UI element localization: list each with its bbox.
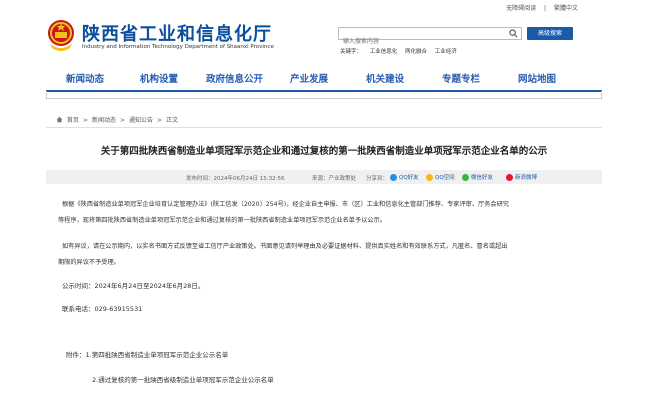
nav-item-special-topics[interactable]: 专题专栏 <box>442 71 480 85</box>
share-wechat-label: 微信好友 <box>471 175 494 181</box>
nav-item-gov-info[interactable]: 政府信息公开 <box>206 71 263 85</box>
site-header: 陕西省工业和信息化厅 Industry and Information Tech… <box>0 14 650 62</box>
share-label: 分享到： <box>366 176 389 182</box>
home-icon <box>56 116 63 123</box>
accessibility-link[interactable]: 无障碍阅读 <box>506 5 536 12</box>
share-weibo[interactable]: 新浪微博 <box>506 173 537 181</box>
breadcrumb-home[interactable]: 首页 <box>67 117 79 124</box>
attachment-2-link[interactable]: 2.通过复核的第一批陕西省级制造业单项冠军示范企业公示名单 <box>92 375 274 386</box>
share-qzone[interactable]: QQ空间 <box>426 173 455 181</box>
site-subtitle-en: Industry and Information Technology Depa… <box>82 44 274 50</box>
attachment-1-link[interactable]: 附件：1.第四批陕西省制造业单项冠军示范企业公示名单 <box>66 350 228 361</box>
paragraph-2: 如有异议，请在公示期内，以实名书面方式反馈至省工信厅产业政策处。书面意见请列举理… <box>58 239 602 271</box>
paragraph-1-line-1: 根据《陕西省制造业单项冠军企业培育认定管理办法》(陕工信发〔2020〕254号)… <box>62 201 509 208</box>
article-source: 来源：产业政策处 <box>312 176 357 182</box>
nav-item-party-building[interactable]: 机关建设 <box>366 71 404 85</box>
search-keywords: 关键字： 工业信息化 两化融合 工业经济 <box>340 47 463 55</box>
share-wechat[interactable]: 微信好友 <box>462 173 493 181</box>
search-box <box>338 27 522 47</box>
phone-number: 029-63915531 <box>94 305 143 313</box>
article-title: 关于第四批陕西省制造业单项冠军示范企业和通过复核的第一批陕西省制造业单项冠军示范… <box>100 146 548 157</box>
publish-time: 发布时间：2024年06月24日 15:32:56 <box>186 176 285 182</box>
traditional-chinese-link[interactable]: 繁體中文 <box>554 5 578 12</box>
paragraph-2-line-2: 期限的异议不予受理。 <box>58 259 120 266</box>
wechat-icon <box>462 174 469 181</box>
publicity-period: 公示时间：2024年6月24日至2024年6月28日。 <box>62 282 205 290</box>
top-links: 无障碍阅读 | 繁體中文 <box>500 3 578 12</box>
keyword-link[interactable]: 工业经济 <box>435 49 457 55</box>
share-qzone-label: QQ空间 <box>435 175 455 181</box>
share-qq-friends-label: QQ好友 <box>399 175 419 181</box>
keywords-label: 关键字： <box>340 49 363 55</box>
qzone-icon <box>426 174 433 181</box>
share-qq-friends[interactable]: QQ好友 <box>390 173 419 181</box>
nav-item-news[interactable]: 新闻动态 <box>66 71 104 85</box>
article-meta-bar: 发布时间：2024年06月24日 15:32:56 来源：产业政策处 分享到： … <box>46 170 602 184</box>
nav-item-organization[interactable]: 机构设置 <box>140 71 178 85</box>
subnav-strip <box>46 91 602 99</box>
keyword-link[interactable]: 两化融合 <box>405 49 427 55</box>
breadcrumb-news[interactable]: 新闻动态 <box>92 117 116 124</box>
contact-phone: 联系电话：029-63915531 <box>62 304 142 315</box>
breadcrumb-notices[interactable]: 通知公告 <box>129 117 153 124</box>
nav-item-sitemap[interactable]: 网站地图 <box>518 71 556 85</box>
weibo-icon <box>506 174 513 181</box>
national-emblem-icon <box>48 20 74 51</box>
phone-label: 联系电话： <box>62 305 95 313</box>
keyword-link[interactable]: 工业信息化 <box>370 49 398 55</box>
site-title[interactable]: 陕西省工业和信息化厅 <box>82 20 272 46</box>
top-bar: 无障碍阅读 | 繁體中文 <box>0 0 650 14</box>
paragraph-2-line-1: 如有异议，请在公示期内，以实名书面方式反馈至省工信厅产业政策处。书面意见请列举理… <box>62 243 508 250</box>
share-weibo-label: 新浪微博 <box>515 175 538 181</box>
qq-icon <box>390 174 397 181</box>
paragraph-1-line-2: 等程序，现将第四批陕西省制造业单项冠军示范企业和通过复核的第一批陕西省制造业单项… <box>58 217 386 224</box>
search-icon[interactable] <box>509 29 518 38</box>
breadcrumb: 首页 > 新闻动态 > 通知公告 > 正文 <box>56 115 178 124</box>
search-input[interactable] <box>339 36 508 47</box>
nav-item-industry[interactable]: 产业发展 <box>290 71 328 85</box>
main-nav: 新闻动态 机构设置 政府信息公开 产业发展 机关建设 专题专栏 网站地图 <box>46 66 602 92</box>
breadcrumb-divider <box>46 127 602 128</box>
paragraph-1: 根据《陕西省制造业单项冠军企业培育认定管理办法》(陕工信发〔2020〕254号)… <box>58 197 602 229</box>
breadcrumb-current: 正文 <box>166 117 179 124</box>
link-divider: | <box>544 5 547 12</box>
advanced-search-button[interactable]: 高级搜索 <box>527 27 573 40</box>
